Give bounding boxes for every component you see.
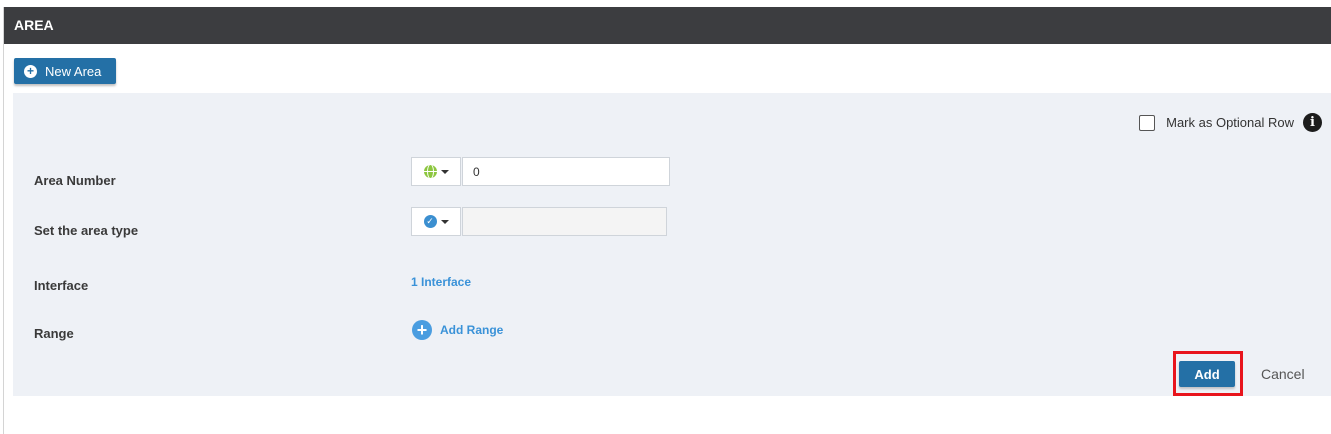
chevron-down-icon: [440, 169, 449, 174]
optional-row-label: Mark as Optional Row: [1166, 115, 1294, 130]
new-area-button-label: New Area: [45, 63, 102, 79]
area-number-label: Area Number: [34, 173, 116, 188]
new-area-button[interactable]: + New Area: [14, 58, 116, 84]
add-range-label: Add Range: [440, 323, 504, 337]
plus-circle-icon: +: [24, 64, 37, 78]
optional-row-checkbox[interactable]: [1139, 114, 1156, 131]
new-area-form: Mark as Optional Row i Area Number Set t…: [13, 93, 1331, 396]
area-number-prefix-dropdown[interactable]: [411, 157, 461, 186]
range-label: Range: [34, 326, 74, 341]
chevron-down-icon: [440, 219, 449, 224]
add-range-button[interactable]: + Add Range: [412, 320, 503, 340]
cancel-button[interactable]: Cancel: [1261, 366, 1305, 382]
area-type-prefix-dropdown[interactable]: ✓: [411, 207, 461, 236]
area-number-input[interactable]: [462, 157, 670, 186]
globe-icon: [423, 165, 437, 178]
info-icon[interactable]: i: [1303, 113, 1322, 132]
add-button[interactable]: Add: [1179, 361, 1235, 387]
area-section: AREA + New Area Mark as Optional Row i A…: [3, 7, 1331, 434]
section-title: AREA: [14, 17, 54, 33]
area-type-label: Set the area type: [34, 223, 139, 238]
area-type-input[interactable]: [462, 207, 667, 236]
check-circle-icon: ✓: [423, 215, 437, 228]
optional-row-toggle: Mark as Optional Row i: [1139, 113, 1322, 132]
section-header: AREA: [4, 7, 1331, 44]
interface-label: Interface: [34, 278, 89, 293]
interface-link[interactable]: 1 Interface: [411, 275, 471, 289]
plus-circle-icon: +: [412, 320, 432, 340]
